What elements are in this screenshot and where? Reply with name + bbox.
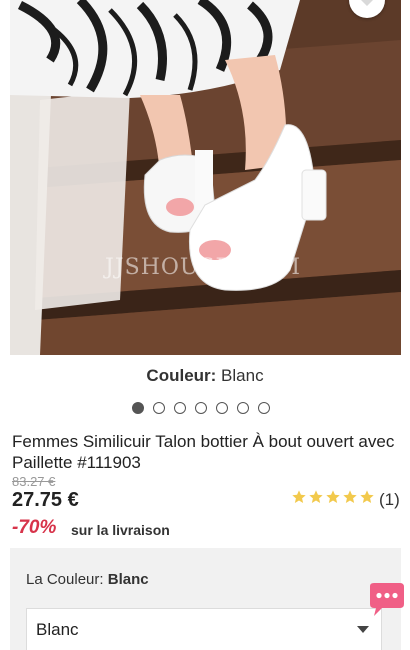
color-option-label: La Couleur: Blanc — [26, 571, 149, 588]
carousel-dot[interactable] — [174, 402, 186, 414]
color-select-value: Blanc — [36, 620, 79, 639]
chevron-down-icon — [357, 621, 369, 639]
carousel-dot[interactable] — [195, 402, 207, 414]
sale-price: 27.75 € — [12, 489, 79, 511]
discount-badge: -70% — [12, 517, 57, 538]
chat-button[interactable] — [366, 582, 406, 618]
carousel-indicator — [132, 402, 270, 414]
star-icon — [342, 489, 359, 510]
star-icon — [359, 489, 376, 510]
chat-bubble-icon — [366, 583, 406, 622]
star-icon — [308, 489, 325, 510]
color-option-selected: Blanc — [107, 571, 149, 588]
product-photo-illustration — [10, 0, 401, 355]
shipping-note: sur la livraison — [71, 522, 170, 538]
product-image[interactable]: JJSHOUSE.COM — [10, 0, 401, 355]
star-icon — [325, 489, 342, 510]
color-option-panel: La Couleur: Blanc Blanc — [10, 548, 401, 650]
carousel-dot[interactable] — [216, 402, 228, 414]
color-caption: Couleur: Blanc — [0, 366, 410, 386]
carousel-dot[interactable] — [258, 402, 270, 414]
original-price: 83.27 € — [12, 474, 56, 489]
color-caption-label: Couleur: — [146, 366, 217, 385]
heart-icon — [357, 0, 377, 12]
product-title: Femmes Similicuir Talon bottier À bout o… — [12, 432, 395, 472]
color-option-label-text: La Couleur: — [26, 571, 104, 588]
carousel-dot[interactable] — [153, 402, 165, 414]
watermark-text: JJSHOUSE.COM — [105, 255, 301, 280]
review-count[interactable]: (1) — [379, 490, 400, 510]
color-caption-value: Blanc — [221, 366, 264, 385]
carousel-dot[interactable] — [237, 402, 249, 414]
star-icon — [291, 489, 308, 510]
rating[interactable]: (1) — [291, 489, 400, 510]
color-select[interactable]: Blanc — [26, 608, 382, 650]
carousel-dot[interactable] — [132, 402, 144, 414]
